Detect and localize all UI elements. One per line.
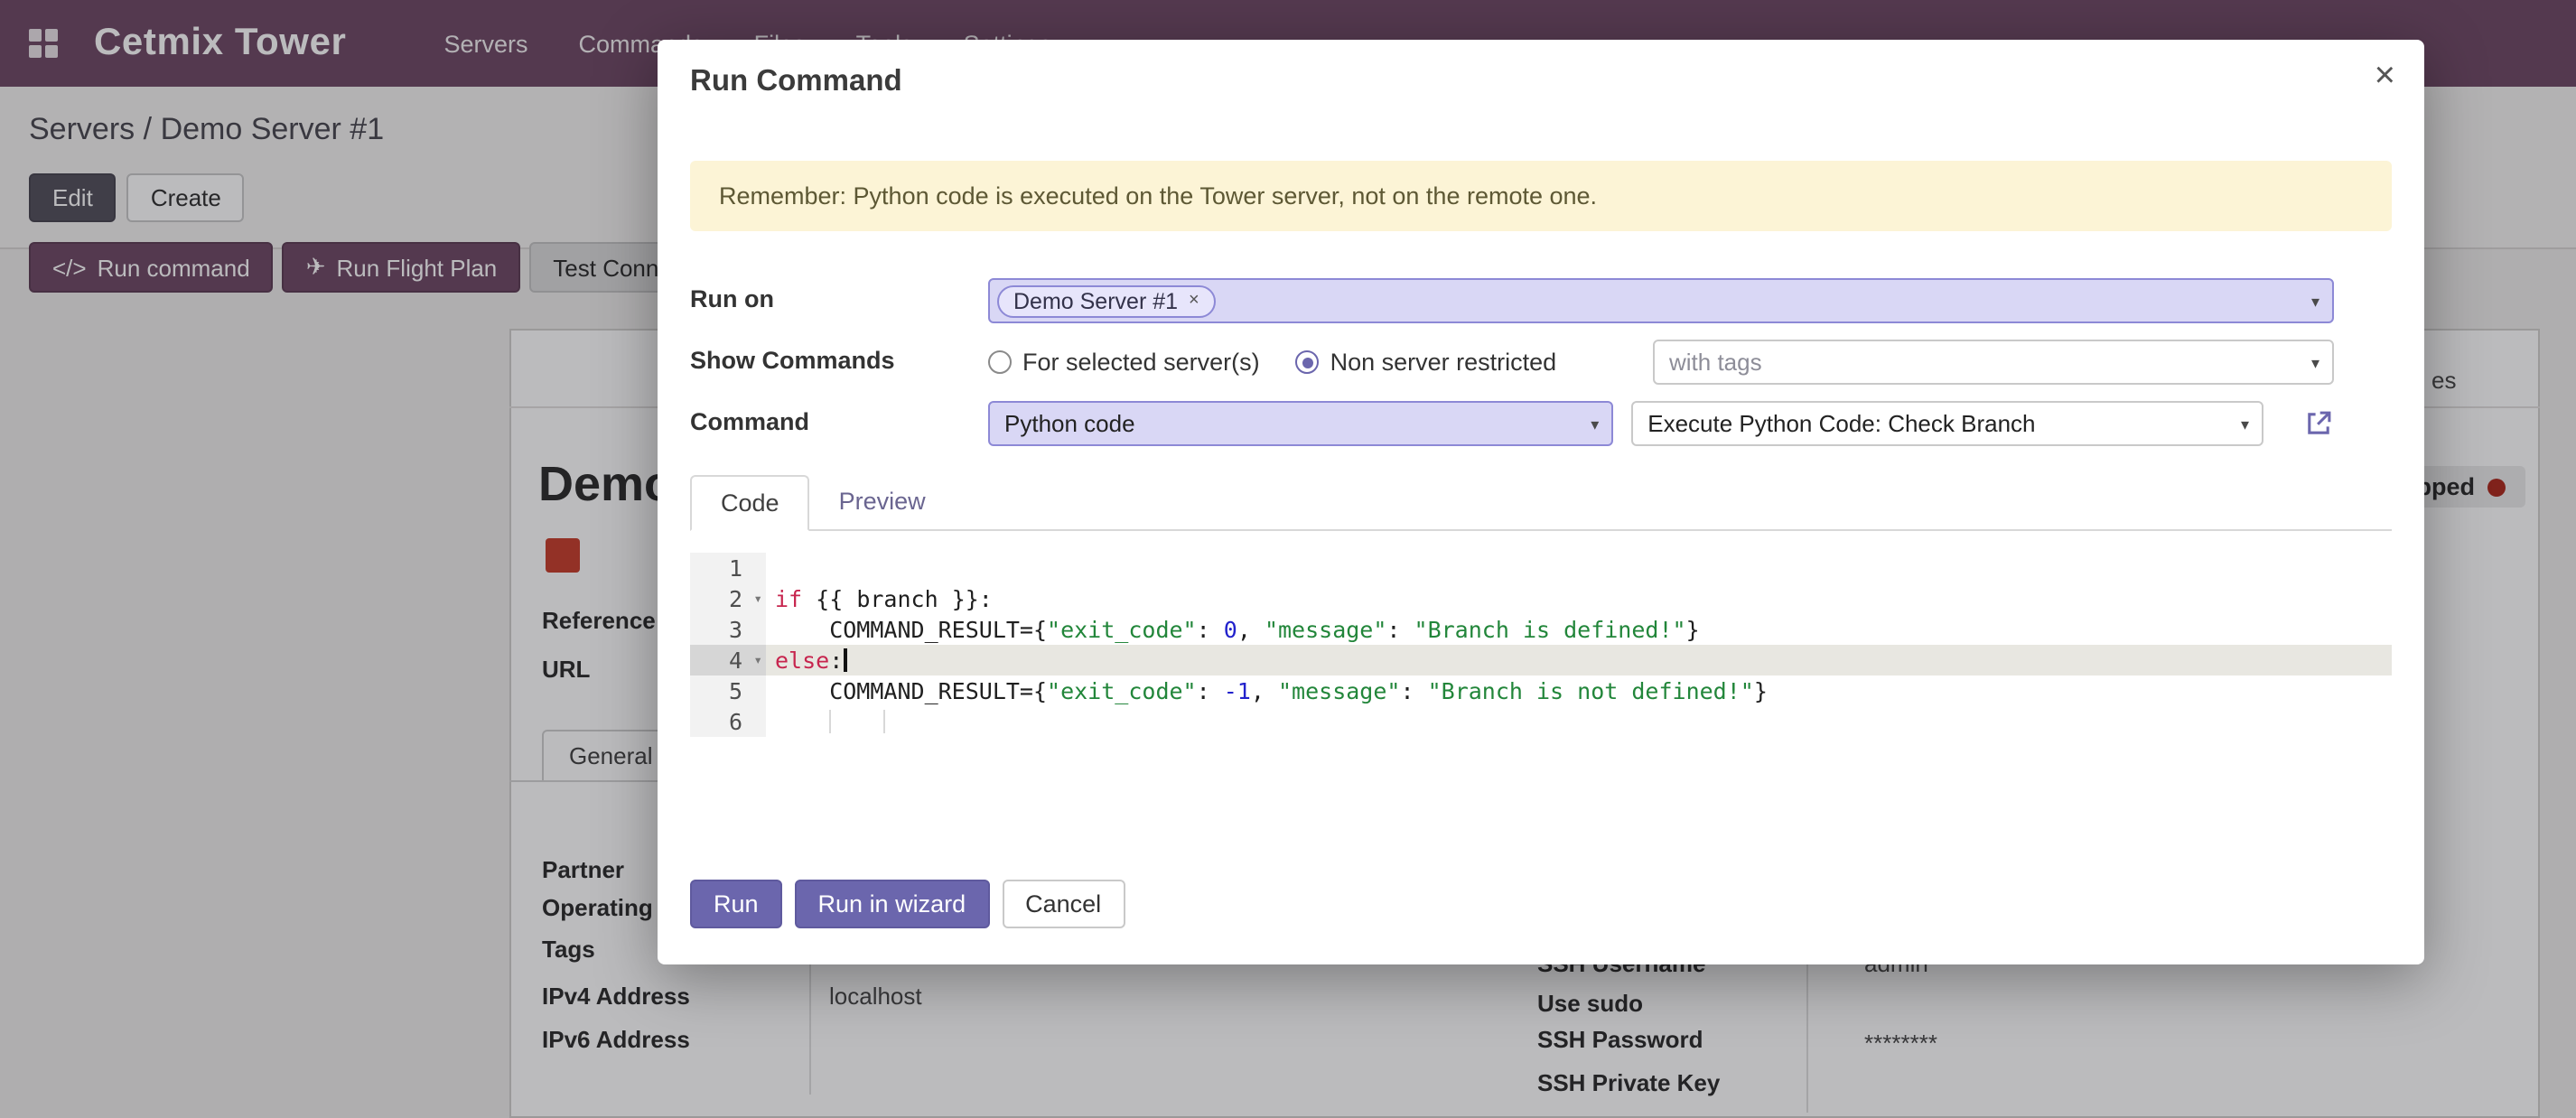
code-lines: if {{ branch }}: COMMAND_RESULT={"exit_c… xyxy=(766,553,2392,737)
code-gutter: 12▾34▾56 xyxy=(690,553,766,737)
tab-preview[interactable]: Preview xyxy=(810,475,955,529)
close-icon[interactable]: × xyxy=(2375,58,2395,94)
run-command-modal: Run Command × Remember: Python code is e… xyxy=(658,40,2424,964)
screen: Cetmix Tower Servers Commands Files Tool… xyxy=(0,0,2576,1118)
modal-header: Run Command × xyxy=(658,40,2424,107)
modal-footer: Run Run in wizard Cancel xyxy=(690,880,1125,928)
external-link-icon[interactable] xyxy=(2303,408,2334,439)
command-label: Command xyxy=(690,401,988,435)
gutter-line-number: 6 xyxy=(690,706,766,737)
indent-guide xyxy=(829,710,831,733)
command-type-select[interactable]: Python code ▾ xyxy=(988,401,1613,446)
run-button[interactable]: Run xyxy=(690,880,782,928)
radio-for-selected-servers[interactable]: For selected server(s) xyxy=(988,349,1260,376)
radio-non-server-restricted[interactable]: Non server restricted xyxy=(1296,349,1557,376)
code-line[interactable] xyxy=(766,553,2392,583)
gutter-line-number: 4▾ xyxy=(690,645,766,675)
chevron-down-icon: ▾ xyxy=(2241,415,2249,435)
gutter-line-number: 5 xyxy=(690,675,766,706)
fold-arrow-icon[interactable]: ▾ xyxy=(753,583,762,614)
remove-tag-icon[interactable]: × xyxy=(1189,291,1199,311)
code-editor[interactable]: 12▾34▾56 if {{ branch }}: COMMAND_RESULT… xyxy=(690,553,2392,737)
warning-alert: Remember: Python code is executed on the… xyxy=(690,161,2392,231)
run-on-label: Run on xyxy=(690,278,988,312)
code-line[interactable]: COMMAND_RESULT={"exit_code": -1, "messag… xyxy=(766,675,2392,706)
radio-circle-icon xyxy=(988,350,1012,374)
server-tag-pill: Demo Server #1 × xyxy=(997,284,1216,317)
with-tags-select[interactable]: with tags ▾ xyxy=(1653,340,2334,385)
fold-arrow-icon[interactable]: ▾ xyxy=(753,645,762,675)
code-line[interactable]: if {{ branch }}: xyxy=(766,583,2392,614)
tab-code[interactable]: Code xyxy=(690,475,810,531)
text-cursor xyxy=(843,648,846,672)
code-line[interactable]: else: xyxy=(766,645,2392,675)
chevron-down-icon: ▾ xyxy=(1591,415,1599,435)
run-on-select[interactable]: Demo Server #1 × ▾ xyxy=(988,278,2334,323)
modal-form: Run on Demo Server #1 × ▾ Show Commands xyxy=(690,278,2392,446)
modal-title: Run Command xyxy=(690,65,902,98)
modal-tabs: Code Preview xyxy=(690,475,2392,531)
show-commands-label: Show Commands xyxy=(690,340,988,374)
cancel-button[interactable]: Cancel xyxy=(1002,880,1125,928)
chevron-down-icon: ▾ xyxy=(2311,293,2319,312)
command-select[interactable]: Execute Python Code: Check Branch ▾ xyxy=(1631,401,2263,446)
gutter-line-number: 3 xyxy=(690,614,766,645)
run-in-wizard-button[interactable]: Run in wizard xyxy=(795,880,990,928)
indent-guide xyxy=(883,710,885,733)
radio-circle-selected-icon xyxy=(1296,350,1320,374)
code-line[interactable]: COMMAND_RESULT={"exit_code": 0, "message… xyxy=(766,614,2392,645)
gutter-line-number: 1 xyxy=(690,553,766,583)
code-line[interactable] xyxy=(766,706,2392,737)
gutter-line-number: 2▾ xyxy=(690,583,766,614)
chevron-down-icon: ▾ xyxy=(2311,354,2319,374)
